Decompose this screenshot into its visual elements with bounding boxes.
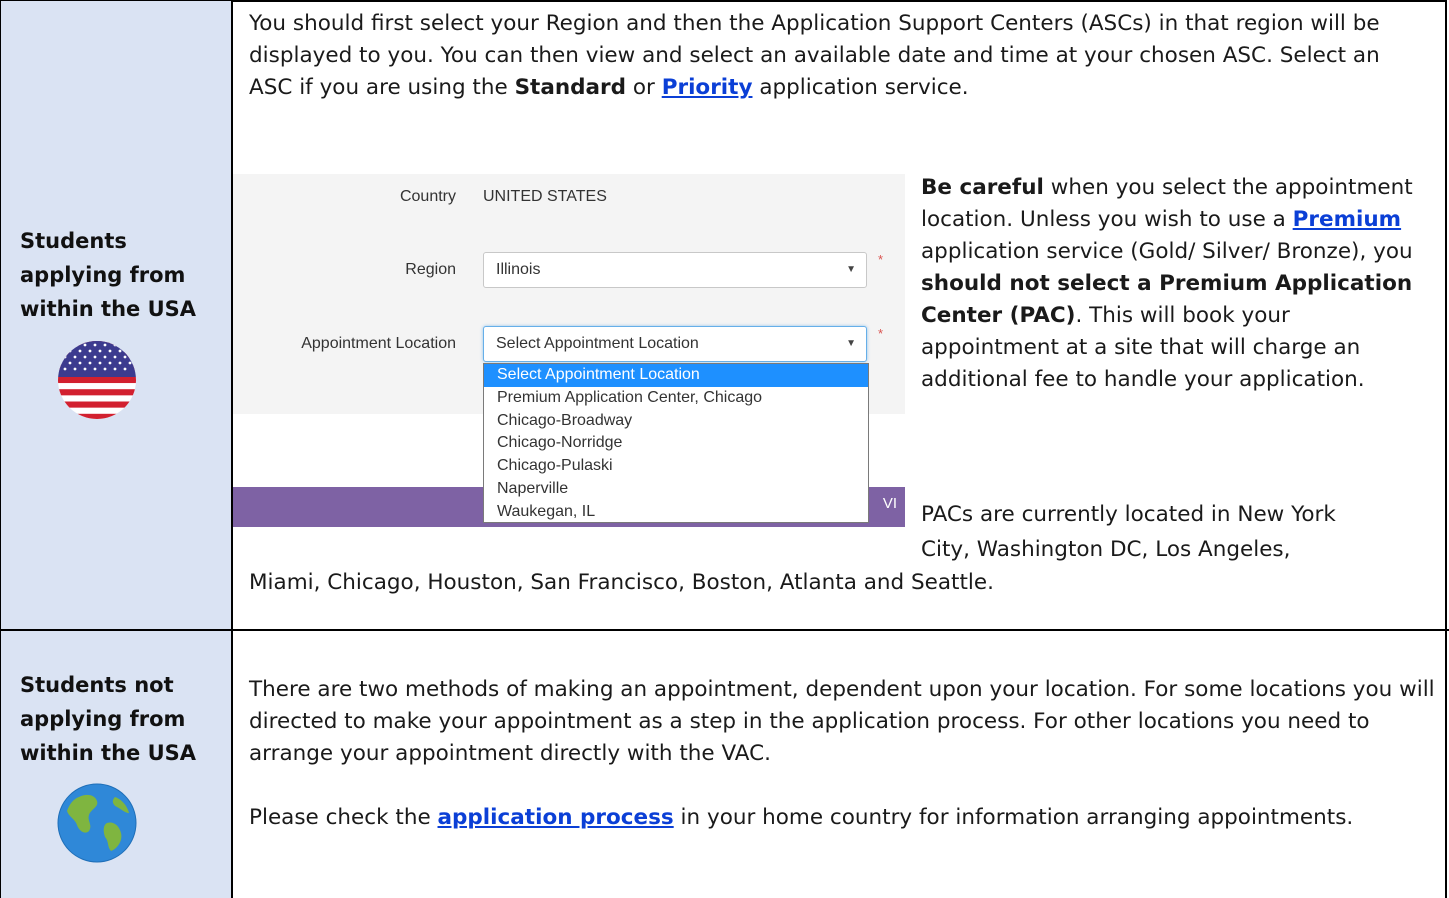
row-label-non-usa: Students not applying from within the US… <box>20 673 197 765</box>
footer-text: VI <box>882 495 897 512</box>
country-label: Country <box>399 188 456 205</box>
country-value: UNITED STATES <box>483 188 607 205</box>
pac-locations-line-1: PACs are currently located in New York <box>921 502 1336 527</box>
dropdown-option[interactable]: Waukegan, IL <box>484 501 868 524</box>
appointment-form-screenshot: VI Country UNITED STATES Region Illinois… <box>233 174 905 542</box>
non-usa-paragraph: There are two methods of making an appoi… <box>249 677 1435 766</box>
dropdown-option[interactable]: Chicago-Broadway <box>484 410 868 433</box>
required-marker: * <box>878 252 884 267</box>
location-label: Appointment Location <box>301 335 456 352</box>
location-selected-value: Select Appointment Location <box>496 335 699 352</box>
caret-down-icon: ▼ <box>846 264 856 275</box>
premium-warning-paragraph: Be careful when you select the appointme… <box>921 175 1413 392</box>
row-divider <box>0 629 1449 631</box>
premium-link[interactable]: Premium <box>1293 207 1401 232</box>
dropdown-option[interactable]: Premium Application Center, Chicago <box>484 387 868 410</box>
row-label-usa: Students applying from within the USA <box>20 229 197 321</box>
appointment-location-select[interactable]: Select Appointment Location ▼ <box>483 326 867 362</box>
pac-locations-line-2: City, Washington DC, Los Angeles, <box>921 537 1291 562</box>
dropdown-option[interactable]: Select Appointment Location <box>484 364 868 387</box>
usa-intro-paragraph: You should first select your Region and … <box>249 11 1380 100</box>
dropdown-option[interactable]: Chicago-Norridge <box>484 432 868 455</box>
standard-service-label: Standard <box>514 75 627 100</box>
caret-down-icon: ▼ <box>846 338 856 349</box>
region-selected-value: Illinois <box>496 261 541 278</box>
region-select[interactable]: Illinois ▼ <box>483 252 867 288</box>
globe-icon <box>57 783 137 863</box>
dropdown-option[interactable]: Naperville <box>484 478 868 501</box>
region-label: Region <box>405 261 456 278</box>
us-flag-icon <box>57 340 137 420</box>
required-marker: * <box>878 326 884 341</box>
dropdown-option[interactable]: Chicago-Pulaski <box>484 455 868 478</box>
application-process-link[interactable]: application process <box>438 805 674 830</box>
application-process-paragraph: Please check the application process in … <box>249 805 1354 830</box>
location-dropdown-list[interactable]: Select Appointment Location Premium Appl… <box>483 363 869 523</box>
pac-locations-line-3: Miami, Chicago, Houston, San Francisco, … <box>249 570 994 595</box>
priority-link[interactable]: Priority <box>662 75 753 100</box>
